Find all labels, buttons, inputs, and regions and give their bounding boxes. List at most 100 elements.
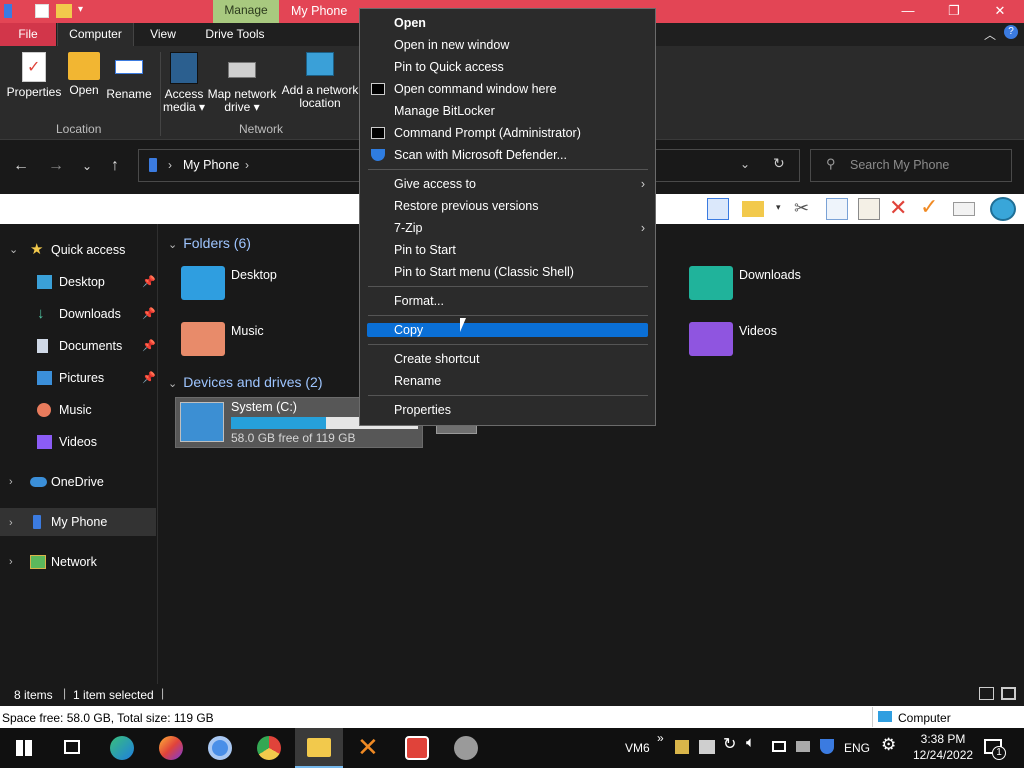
menu-item-properties[interactable]: Properties [360, 399, 655, 421]
breadcrumb-my-phone[interactable]: My Phone [183, 158, 239, 172]
tab-view[interactable]: View [140, 23, 186, 46]
volume-icon[interactable]: 🔈︎ [746, 734, 755, 751]
section-collapse-icon[interactable]: ⌄ [168, 378, 177, 390]
menu-item-manage-bitlocker[interactable]: Manage BitLocker [360, 100, 655, 122]
menu-item-open[interactable]: Open [360, 12, 655, 34]
menu-item-restore-versions[interactable]: Restore previous versions [360, 195, 655, 217]
breadcrumb-chevron-icon[interactable]: › [245, 158, 249, 172]
network-icon [30, 555, 46, 569]
manage-context-tab[interactable]: Manage [213, 0, 279, 23]
address-dropdown-icon[interactable]: ⌄ [740, 157, 750, 171]
taskbar-gray-app[interactable] [442, 728, 490, 768]
folder-desktop[interactable]: Desktop [231, 268, 277, 282]
paste-icon[interactable] [858, 198, 880, 220]
delete-icon[interactable]: ✕ [889, 195, 907, 221]
printer-tray-icon[interactable] [699, 740, 715, 754]
properties-qat-icon[interactable] [35, 4, 49, 18]
up-arrow-icon[interactable]: ↑ [104, 155, 126, 177]
taskbar-red-app[interactable] [393, 728, 441, 768]
menu-item-scan-defender[interactable]: Scan with Microsoft Defender... [360, 144, 655, 166]
taskbar-firefox[interactable] [147, 728, 195, 768]
sidebar-item-downloads[interactable]: ↓ Downloads 📌 [0, 299, 158, 329]
tab-computer[interactable]: Computer [57, 23, 134, 46]
toolbar-overflow-icon[interactable]: » [657, 731, 664, 745]
collapse-ribbon-icon[interactable]: ︿ [984, 26, 996, 43]
add-network-location-button[interactable]: Add a network location [281, 52, 359, 110]
map-network-drive-button[interactable]: Map network drive ▾ [207, 52, 277, 114]
sidebar-item-desktop[interactable]: Desktop 📌 [0, 267, 158, 297]
sidebar-item-network[interactable]: › Network [0, 547, 158, 577]
large-icons-view-icon[interactable] [1001, 687, 1016, 700]
access-media-button[interactable]: Access media ▾ [162, 52, 206, 114]
menu-item-copy[interactable]: Copy [360, 319, 655, 341]
start-button[interactable] [0, 728, 48, 768]
sidebar-item-onedrive[interactable]: › OneDrive [0, 467, 158, 497]
email-icon[interactable] [953, 202, 975, 216]
help-icon[interactable]: ? [1004, 25, 1018, 39]
new-folder-qat-icon[interactable] [56, 4, 72, 18]
sidebar-item-videos[interactable]: Videos [0, 427, 158, 457]
menu-item-pin-quick-access[interactable]: Pin to Quick access [360, 56, 655, 78]
section-collapse-icon[interactable]: ⌄ [168, 239, 177, 251]
task-view-button[interactable] [48, 728, 96, 768]
folders-section-header[interactable]: ⌄ Folders (6) [168, 235, 251, 251]
qat-dropdown-icon[interactable]: ▾ [78, 4, 83, 15]
collapsed-chevron-icon[interactable]: › [9, 547, 13, 577]
sidebar-item-pictures[interactable]: Pictures 📌 [0, 363, 158, 393]
back-arrow-icon[interactable]: ← [10, 155, 32, 177]
menu-item-pin-classic-shell[interactable]: Pin to Start menu (Classic Shell) [360, 261, 655, 283]
folder-downloads[interactable]: Downloads [739, 268, 801, 282]
menu-item-7zip[interactable]: 7-Zip › [360, 217, 655, 239]
menu-item-open-command-window[interactable]: Open command window here [360, 78, 655, 100]
forward-arrow-icon[interactable]: → [45, 155, 67, 177]
taskbar-edge[interactable] [98, 728, 146, 768]
folder-videos[interactable]: Videos [739, 324, 777, 338]
clock[interactable]: 3:38 PM 12/24/2022 [913, 731, 973, 763]
rename-button[interactable]: Rename [104, 52, 154, 101]
sidebar-item-my-phone[interactable]: › My Phone [0, 508, 156, 536]
properties-check-icon[interactable]: ✓ [920, 194, 938, 220]
maximize-button[interactable]: ❐ [931, 0, 977, 23]
settings-gear-icon[interactable]: ⚙ [881, 735, 896, 755]
menu-item-open-new-window[interactable]: Open in new window [360, 34, 655, 56]
language-indicator[interactable]: ENG [844, 728, 870, 768]
menu-item-format[interactable]: Format... [360, 290, 655, 312]
taskbar-chromium[interactable] [196, 728, 244, 768]
tab-file[interactable]: File [0, 23, 56, 46]
properties-button[interactable]: ✓ Properties [4, 52, 64, 99]
navigation-pane-icon[interactable] [707, 198, 729, 220]
taskbar-file-explorer[interactable] [295, 728, 343, 768]
folder-music[interactable]: Music [231, 324, 264, 338]
refresh-icon[interactable]: ↻ [773, 155, 785, 172]
taskbar-chrome[interactable] [245, 728, 293, 768]
display-tray-icon[interactable] [772, 741, 786, 752]
collapsed-chevron-icon[interactable]: › [9, 467, 13, 497]
menu-item-give-access[interactable]: Give access to › [360, 173, 655, 195]
menu-item-pin-to-start[interactable]: Pin to Start [360, 239, 655, 261]
minimize-button[interactable]: — [885, 0, 931, 23]
network-status-icon[interactable] [796, 741, 810, 752]
dropdown-icon[interactable]: ▾ [776, 202, 781, 213]
menu-item-command-prompt-admin[interactable]: Command Prompt (Administrator) [360, 122, 655, 144]
close-button[interactable]: ✕ [977, 0, 1023, 23]
security-shield-icon[interactable] [820, 739, 834, 754]
open-button[interactable]: Open [64, 52, 104, 97]
devices-section-header[interactable]: ⌄ Devices and drives (2) [168, 374, 323, 390]
sync-tray-icon[interactable]: ↻ [723, 734, 736, 754]
sidebar-item-music[interactable]: Music [0, 395, 158, 425]
tab-drive-tools[interactable]: Drive Tools [195, 23, 275, 46]
copy-icon[interactable] [826, 198, 848, 220]
classic-shell-icon[interactable] [990, 197, 1016, 221]
expanded-chevron-icon[interactable]: ⌄ [9, 235, 18, 265]
folder-options-icon[interactable] [742, 201, 764, 217]
recent-locations-icon[interactable]: ⌄ [76, 155, 98, 177]
menu-item-create-shortcut[interactable]: Create shortcut [360, 348, 655, 370]
taskbar-x-app[interactable]: ✕ [344, 728, 392, 768]
menu-item-rename[interactable]: Rename [360, 370, 655, 392]
details-view-icon[interactable] [979, 687, 994, 700]
collapsed-chevron-icon[interactable]: › [9, 508, 13, 538]
cut-icon[interactable]: ✂ [794, 198, 809, 219]
sidebar-item-documents[interactable]: Documents 📌 [0, 331, 158, 361]
nav-quick-access[interactable]: ⌄ ★ Quick access [0, 235, 158, 265]
network-drive-tray-icon[interactable] [675, 740, 689, 754]
